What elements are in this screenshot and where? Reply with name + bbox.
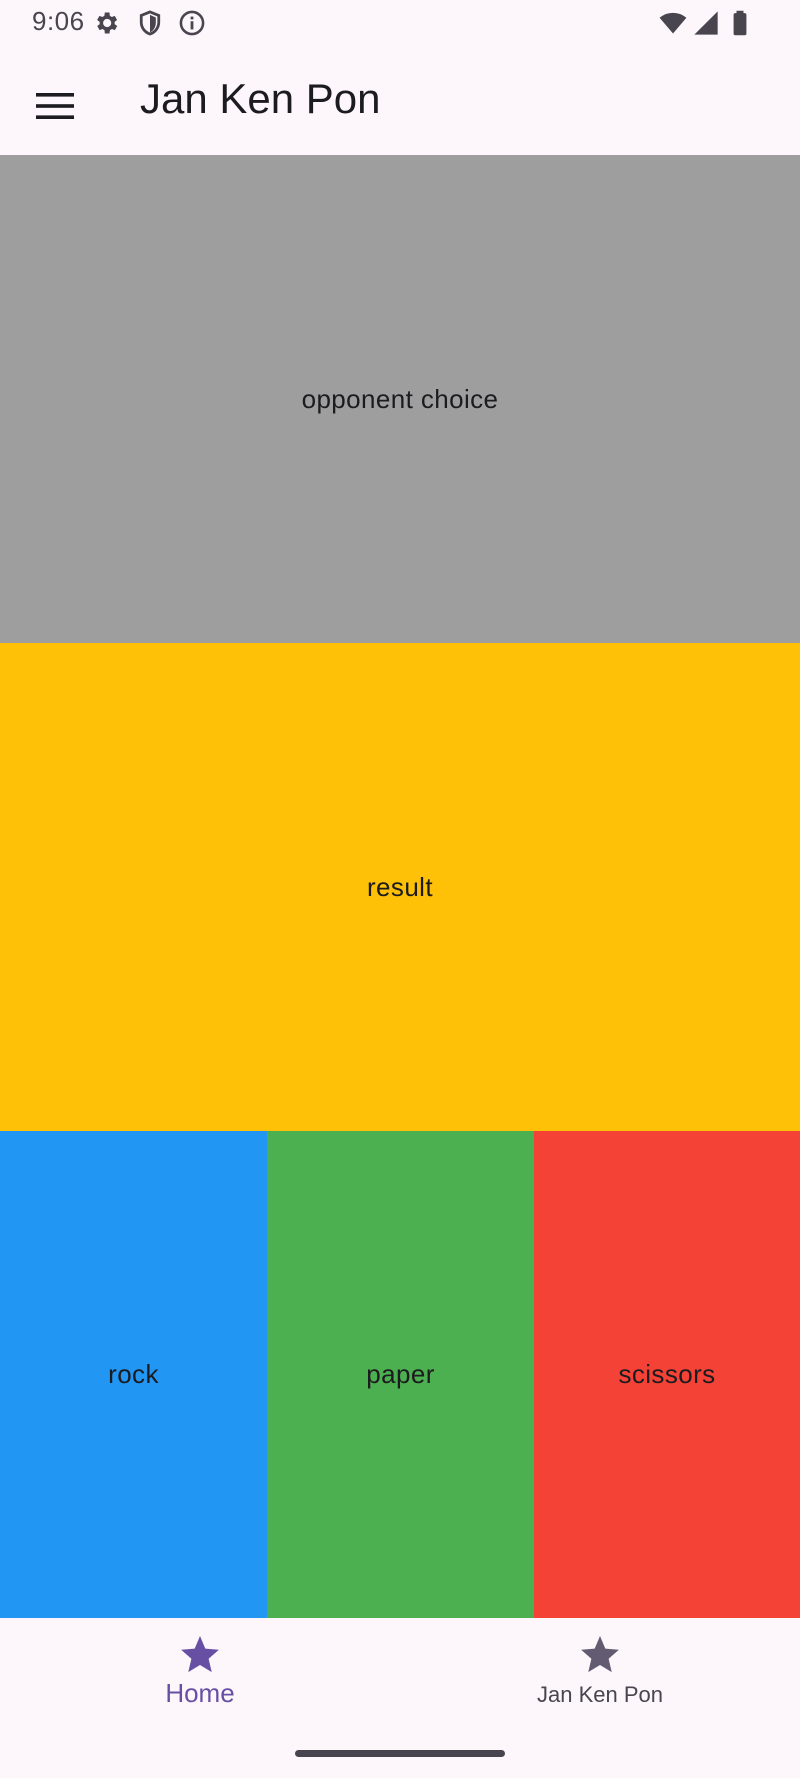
nav-label-home: Home (165, 1678, 235, 1708)
menu-button[interactable] (22, 78, 88, 134)
nav-item-home[interactable]: Home (70, 1632, 330, 1732)
paper-label: paper (366, 1359, 435, 1389)
hamburger-menu-icon (36, 93, 74, 119)
result-label: result (367, 871, 433, 902)
gesture-navigation-bar[interactable] (295, 1750, 505, 1757)
status-bar: 9:06 (0, 0, 800, 46)
opponent-choice-label: opponent choice (301, 383, 499, 414)
info-icon (179, 10, 205, 36)
app-bar: Jan Ken Pon (0, 46, 800, 155)
opponent-choice-panel: opponent choice (0, 155, 800, 643)
status-time: 9:06 (32, 6, 85, 36)
wifi-icon (659, 12, 687, 34)
scissors-button[interactable]: scissors (534, 1131, 800, 1618)
signal-icon (694, 11, 718, 35)
app-screen: 9:06 Jan Ken Pon opponent choice result … (0, 0, 800, 1778)
battery-icon (733, 10, 747, 36)
paper-button[interactable]: paper (267, 1131, 534, 1618)
shield-icon (139, 10, 161, 36)
nav-item-jan-ken-pon[interactable]: Jan Ken Pon (470, 1632, 730, 1732)
result-panel: result (0, 643, 800, 1131)
rock-button[interactable]: rock (0, 1131, 267, 1618)
gear-icon (97, 12, 118, 34)
rock-label: rock (108, 1359, 159, 1389)
app-title: Jan Ken Pon (140, 75, 381, 122)
scissors-label: scissors (618, 1359, 716, 1389)
star-icon (581, 1636, 619, 1673)
star-icon (181, 1636, 219, 1673)
nav-label-jan-ken-pon: Jan Ken Pon (537, 1682, 663, 1707)
